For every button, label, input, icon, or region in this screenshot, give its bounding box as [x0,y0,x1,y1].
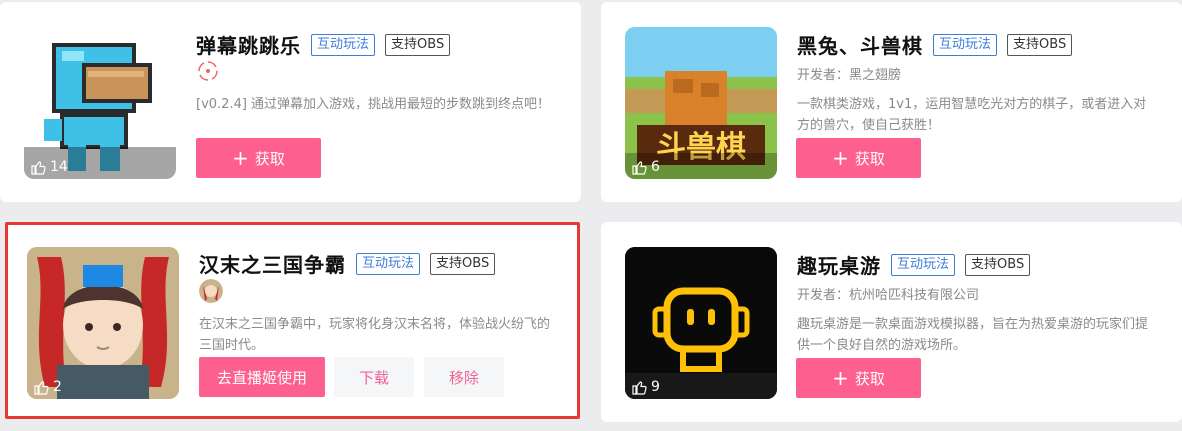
thumbs-up-icon [34,381,49,395]
like-count: 2 [33,379,62,395]
game-thumbnail[interactable]: 2 [27,247,179,399]
game-description: [v0.2.4] 通过弹幕加入游戏，挑战用最短的步数跳到终点吧！ [196,97,551,112]
thumbs-up-icon [632,161,647,175]
creator-avatar [199,279,223,303]
get-button[interactable]: + 获取 [796,138,921,178]
like-count: 9 [631,379,660,395]
obs-tag: 支持OBS [1007,33,1073,56]
interactive-tag: 互动玩法 [891,253,956,276]
robot-face-logo [625,247,777,399]
download-button[interactable]: 下载 [334,357,414,397]
game-title: 黑兔、斗兽棋 [797,34,923,58]
three-kingdoms-image [27,247,179,399]
game-title: 汉末之三国争霸 [199,253,346,277]
game-title: 弹幕跳跳乐 [196,34,301,58]
use-in-livehime-button[interactable]: 去直播姬使用 [199,357,325,397]
developer-label: 开发者：黑之翅膀 [797,68,902,83]
game-card-3[interactable]: 2 汉末之三国争霸 互动玩法 支持OBS 在汉末之三国争霸中，玩家将化身汉末名将… [5,222,580,419]
game-title: 趣玩桌游 [797,254,881,278]
obs-tag: 支持OBS [965,253,1031,276]
interactive-tag: 互动玩法 [311,33,376,56]
get-button[interactable]: + 获取 [796,358,921,398]
game-card-1[interactable]: 14 弹幕跳跳乐 互动玩法 支持OBS [v0.2.4] 通过弹幕加入游戏，挑战… [0,2,581,202]
creator-icon [196,59,220,83]
game-thumbnail[interactable]: 斗兽棋 6 [625,27,777,179]
like-count: 6 [631,159,660,175]
obs-tag: 支持OBS [385,33,451,56]
plus-icon: + [832,366,849,390]
like-count: 14 [30,159,68,175]
game-description: 趣玩桌游是一款桌面游戏模拟器，旨在为热爱桌游的玩家们提供一个良好自然的游戏场所。 [797,317,1149,353]
plus-icon: + [232,146,249,170]
thumbs-up-icon [632,381,647,395]
developer-label: 开发者：杭州哈匹科技有限公司 [797,288,980,303]
obs-tag: 支持OBS [430,252,496,275]
game-card-4[interactable]: 9 趣玩桌游 互动玩法 支持OBS 开发者：杭州哈匹科技有限公司 趣玩桌游是一款… [601,222,1182,422]
game-description: 一款棋类游戏，1v1，运用智慧吃光对方的棋子，或者进入对方的兽穴，使自己获胜！ [797,97,1147,133]
pixel-astronaut-image [24,27,176,179]
interactive-tag: 互动玩法 [933,33,998,56]
game-thumbnail[interactable]: 9 [625,247,777,399]
game-thumbnail[interactable]: 14 [24,27,176,179]
interactive-tag: 互动玩法 [356,252,421,275]
plus-icon: + [832,146,849,170]
game-card-2[interactable]: 斗兽棋 6 黑兔、斗兽棋 互动玩法 支持OBS 开发者：黑之翅膀 一款棋类游戏，… [601,2,1182,202]
get-button[interactable]: + 获取 [196,138,321,178]
beast-chess-image: 斗兽棋 [625,27,777,179]
game-description: 在汉末之三国争霸中，玩家将化身汉末名将，体验战火纷飞的三国时代。 [199,317,551,353]
remove-button[interactable]: 移除 [424,357,504,397]
thumbs-up-icon [31,161,46,175]
